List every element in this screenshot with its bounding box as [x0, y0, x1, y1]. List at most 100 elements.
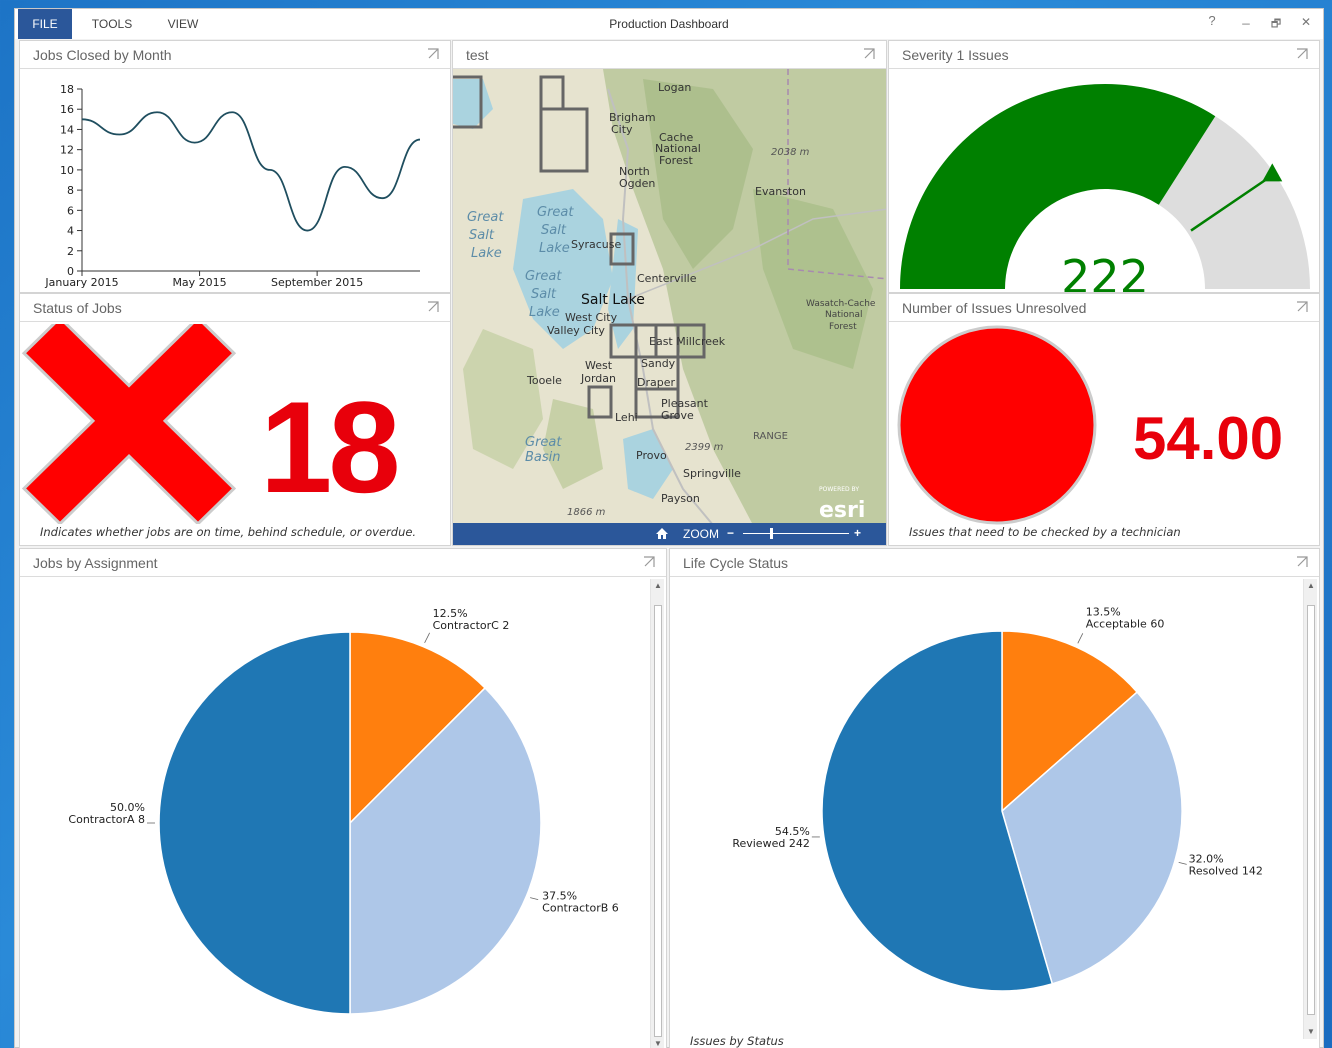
panel-title: Status of Jobs: [33, 300, 122, 316]
unresolved-panel: Number of Issues Unresolved 54.00 Issues…: [888, 293, 1320, 546]
y-tick-label: 2: [67, 245, 74, 258]
esri-powered-by: POWERED BY: [819, 486, 859, 493]
expand-icon[interactable]: [1295, 300, 1309, 314]
lifecycle-panel: Life Cycle Status 13.5% Acceptable 60 32.0…: [669, 548, 1320, 1048]
map-label: Great: [537, 205, 574, 220]
menu-tools[interactable]: TOOLS: [81, 9, 143, 39]
help-button[interactable]: ?: [1203, 13, 1221, 28]
slice-name-label: ContractorC 2: [433, 619, 510, 632]
app-window: FILE TOOLS VIEW Production Dashboard ? _…: [14, 8, 1324, 1048]
x-tick-label: September 2015: [271, 276, 363, 289]
panel-title: Jobs by Assignment: [33, 555, 158, 571]
y-tick-label: 4: [67, 225, 74, 238]
slice-name-label: Acceptable 60: [1086, 617, 1165, 630]
menu-view[interactable]: VIEW: [155, 9, 211, 39]
slice-name-label: Reviewed 242: [732, 837, 810, 850]
leader-line: [530, 897, 539, 901]
y-tick-label: 6: [67, 204, 74, 217]
map-label: Grove: [661, 409, 694, 422]
leader-line: [1077, 633, 1084, 644]
status-jobs-panel: Status of Jobs 18 Indicates whether jobs…: [19, 293, 451, 546]
map-label: West City: [565, 311, 618, 324]
map-panel: test Logan Brigham City Cache National F…: [452, 40, 887, 546]
slice-name-label: ContractorB 6: [542, 902, 619, 915]
expand-icon[interactable]: [426, 300, 440, 314]
scroll-down-icon[interactable]: ▼: [651, 1037, 665, 1048]
panel-title: Jobs Closed by Month: [33, 47, 172, 63]
expand-icon[interactable]: [1295, 555, 1309, 569]
map-label: Lehi: [615, 411, 638, 424]
restore-button[interactable]: 🗗: [1267, 15, 1285, 34]
leader-line: [424, 632, 430, 644]
jobs-closed-line-chart: 024681012141618January 2015 May 2015 Septe…: [44, 83, 421, 289]
zoom-slider[interactable]: [743, 533, 849, 534]
expand-icon[interactable]: [862, 47, 876, 61]
slice-name-label: Resolved 142: [1189, 864, 1263, 877]
scroll-down-icon[interactable]: ▼: [1304, 1025, 1318, 1039]
expand-icon[interactable]: [426, 47, 440, 61]
leader-line: [1178, 861, 1187, 865]
map-label: Salt: [469, 228, 495, 243]
minimize-button[interactable]: _: [1237, 10, 1255, 25]
x-tick-label: January 2015: [44, 276, 118, 289]
panel-title: Life Cycle Status: [683, 555, 789, 571]
map-label: Forest: [829, 322, 857, 332]
expand-icon[interactable]: [1295, 47, 1309, 61]
map-view[interactable]: LoganBrighamCityCacheNationalForest2038 …: [453, 69, 887, 525]
map-label: Evanston: [755, 185, 806, 198]
y-tick-label: 14: [60, 123, 74, 136]
map-label: Great: [525, 435, 562, 450]
panel-header: Number of Issues Unresolved: [889, 294, 1319, 322]
x-tick-label: May 2015: [172, 276, 226, 289]
scroll-up-icon[interactable]: ▲: [651, 579, 665, 593]
scrollbar[interactable]: ▲ ▼: [1303, 579, 1317, 1039]
slice-name-label: ContractorA 8: [68, 813, 145, 826]
map-label: Salt: [541, 223, 567, 238]
map-label: National: [825, 310, 863, 320]
lifecycle-pie: 13.5%Acceptable 6032.0%Resolved 14254.5%…: [732, 605, 1263, 992]
map-label: Wasatch-Cache: [806, 299, 876, 309]
app-title: Production Dashboard: [609, 17, 729, 31]
scroll-thumb[interactable]: [1307, 605, 1315, 1015]
x-mark-icon: [21, 324, 237, 524]
esri-logo: esri: [819, 498, 865, 523]
jobs-assignment-pie: 12.5%ContractorC 237.5%ContractorB 650.0…: [68, 607, 619, 1015]
jobs-assignment-panel: Jobs by Assignment 12.5% ContractorC 2 37.…: [19, 548, 667, 1048]
map-label: City: [611, 123, 633, 136]
menu-file[interactable]: FILE: [18, 9, 72, 39]
map-label: Sandy: [641, 357, 676, 370]
zoom-slider-handle[interactable]: [770, 528, 773, 539]
map-label: 1866 m: [567, 507, 606, 518]
map-label: RANGE: [753, 431, 788, 442]
scrollbar[interactable]: ▲ ▼: [650, 579, 664, 1048]
map-label: Logan: [658, 81, 691, 94]
severity-panel: Severity 1 Issues 222: [888, 40, 1320, 293]
status-jobs-value: 18: [260, 374, 401, 520]
scroll-up-icon[interactable]: ▲: [1304, 579, 1318, 593]
map-label: Lake: [471, 246, 502, 261]
map-label: Draper: [637, 376, 675, 389]
map-label: Forest: [659, 154, 693, 167]
home-icon[interactable]: [655, 527, 669, 540]
scroll-thumb[interactable]: [654, 605, 662, 1037]
map-label: Lake: [529, 305, 560, 320]
panel-header: Life Cycle Status: [670, 549, 1319, 577]
panel-header: test: [453, 41, 886, 69]
lifecycle-footer: Issues by Status: [690, 1034, 784, 1048]
map-label: Great: [467, 210, 504, 225]
map-label: 2399 m: [685, 442, 724, 453]
panel-header: Status of Jobs: [20, 294, 450, 322]
zoom-out-button[interactable]: −: [727, 526, 734, 540]
y-tick-label: 8: [67, 184, 74, 197]
panel-header: Jobs by Assignment: [20, 549, 666, 577]
close-button[interactable]: ✕: [1297, 15, 1315, 29]
map-label: Ogden: [619, 177, 655, 190]
map-label: Provo: [636, 449, 667, 462]
title-bar: FILE TOOLS VIEW Production Dashboard ? _…: [15, 9, 1323, 39]
zoom-in-button[interactable]: +: [854, 526, 861, 540]
severity-value: 222: [1061, 250, 1149, 293]
map-label: Salt: [531, 287, 557, 302]
severity-gauge: 222: [900, 83, 1310, 293]
expand-icon[interactable]: [642, 555, 656, 569]
y-tick-label: 18: [60, 83, 74, 96]
